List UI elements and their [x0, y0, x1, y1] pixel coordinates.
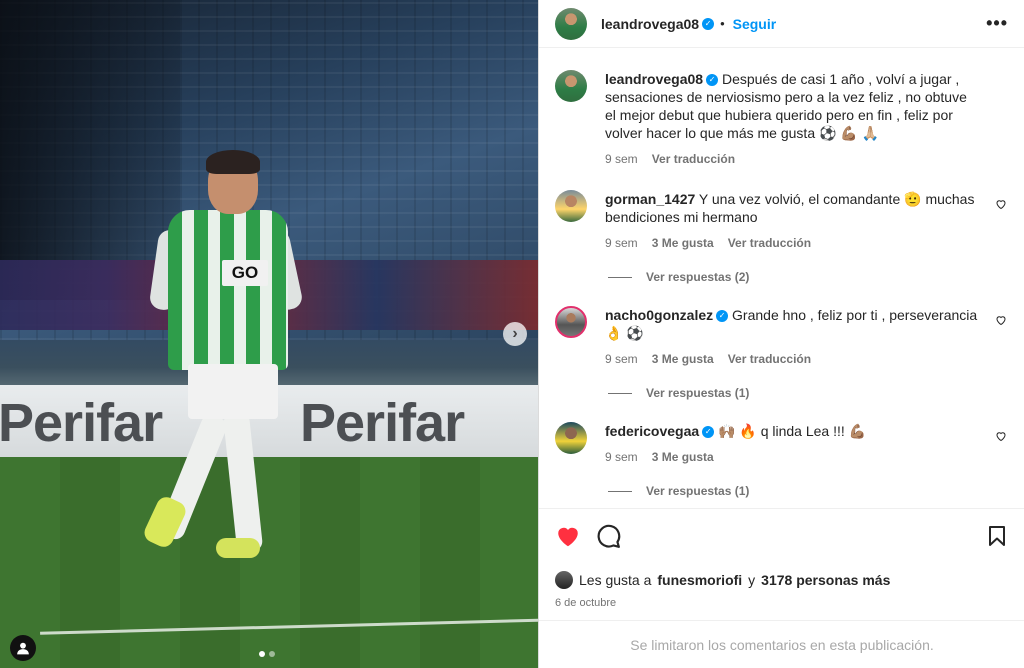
post-date[interactable]: 6 de octubre: [555, 597, 1009, 609]
heart-icon[interactable]: [555, 523, 581, 549]
avatar[interactable]: [555, 306, 587, 338]
comment-time[interactable]: 9 sem: [605, 448, 638, 466]
next-slide-button[interactable]: ›: [503, 322, 527, 346]
verified-icon: ✓: [702, 426, 715, 439]
tagged-users-button[interactable]: [10, 635, 36, 661]
comment-likes[interactable]: 3 Me gusta: [652, 448, 714, 466]
post-actions: Les gusta a funesmoriofi y 3178 personas…: [539, 508, 1024, 609]
user-tag-icon: [17, 642, 29, 655]
view-replies-button[interactable]: Ver respuestas (1): [608, 386, 1009, 400]
comment-time[interactable]: 9 sem: [605, 234, 638, 252]
comment-item: nacho0gonzalez ✓ Grande hno , feliz por t…: [555, 306, 1009, 368]
heart-icon[interactable]: [995, 430, 1007, 442]
comment-time[interactable]: 9 sem: [605, 350, 638, 368]
caption-time[interactable]: 9 sem: [605, 150, 638, 168]
football-player: GO: [141, 150, 330, 570]
carousel-dot: [259, 651, 265, 657]
more-icon[interactable]: •••: [986, 13, 1008, 34]
translate-link[interactable]: Ver traducción: [728, 234, 811, 252]
avatar[interactable]: [555, 422, 587, 454]
author-username[interactable]: leandrovega08: [601, 16, 699, 32]
comment-likes[interactable]: 3 Me gusta: [652, 234, 714, 252]
view-replies-button[interactable]: Ver respuestas (1): [608, 484, 1009, 498]
carousel-dot: [269, 651, 275, 657]
comment-item: gorman_1427 Y una vez volvió, el comanda…: [555, 190, 1009, 252]
likes-summary: Les gusta a funesmoriofi y 3178 personas…: [555, 571, 1009, 589]
jersey: [168, 210, 288, 370]
chevron-right-icon: ›: [512, 325, 518, 342]
comment-item: federicovegaa ✓ 🙌🏽 🔥 q linda Lea !!! 💪🏽 9…: [555, 422, 1009, 466]
ad-text: Perifar: [0, 393, 163, 453]
caption-username[interactable]: leandrovega08: [605, 71, 703, 87]
comment-icon[interactable]: [595, 523, 621, 549]
follow-button[interactable]: Seguir: [733, 16, 777, 32]
comments-list[interactable]: leandrovega08 ✓ Después de casi 1 año , v…: [539, 54, 1024, 506]
verified-icon: ✓: [706, 74, 719, 87]
bookmark-icon[interactable]: [985, 524, 1009, 548]
avatar[interactable]: [555, 70, 587, 102]
avatar[interactable]: [555, 190, 587, 222]
post-photo[interactable]: Perifar Perifar GO ›: [0, 0, 538, 668]
view-replies-button[interactable]: Ver respuestas (2): [608, 270, 1009, 284]
likes-count-link[interactable]: 3178 personas más: [761, 572, 890, 588]
translate-link[interactable]: Ver traducción: [728, 350, 811, 368]
translate-link[interactable]: Ver traducción: [652, 150, 735, 168]
comment-text: 🙌🏽 🔥 q linda Lea !!! 💪🏽: [718, 423, 867, 439]
carousel-dots: [259, 651, 275, 657]
comments-limited-notice: Se limitaron los comentarios en esta pub…: [539, 620, 1024, 668]
heart-icon[interactable]: [995, 314, 1007, 326]
avatar[interactable]: [555, 571, 573, 589]
verified-icon: ✓: [702, 17, 715, 30]
avatar[interactable]: [555, 7, 587, 40]
comment-username[interactable]: nacho0gonzalez: [605, 307, 713, 323]
jersey-sponsor: GO: [222, 260, 268, 286]
heart-icon[interactable]: [995, 198, 1007, 210]
comment-likes[interactable]: 3 Me gusta: [652, 350, 714, 368]
comment-username[interactable]: gorman_1427: [605, 191, 695, 207]
liker-username[interactable]: funesmoriofi: [657, 572, 742, 588]
verified-icon: ✓: [716, 310, 729, 323]
caption: leandrovega08 ✓ Después de casi 1 año , v…: [555, 70, 1009, 168]
post-header: leandrovega08 ✓ • Seguir •••: [539, 0, 1024, 48]
comment-username[interactable]: federicovegaa: [605, 423, 699, 439]
post-sidebar: leandrovega08 ✓ • Seguir ••• leandrovega…: [538, 0, 1024, 668]
